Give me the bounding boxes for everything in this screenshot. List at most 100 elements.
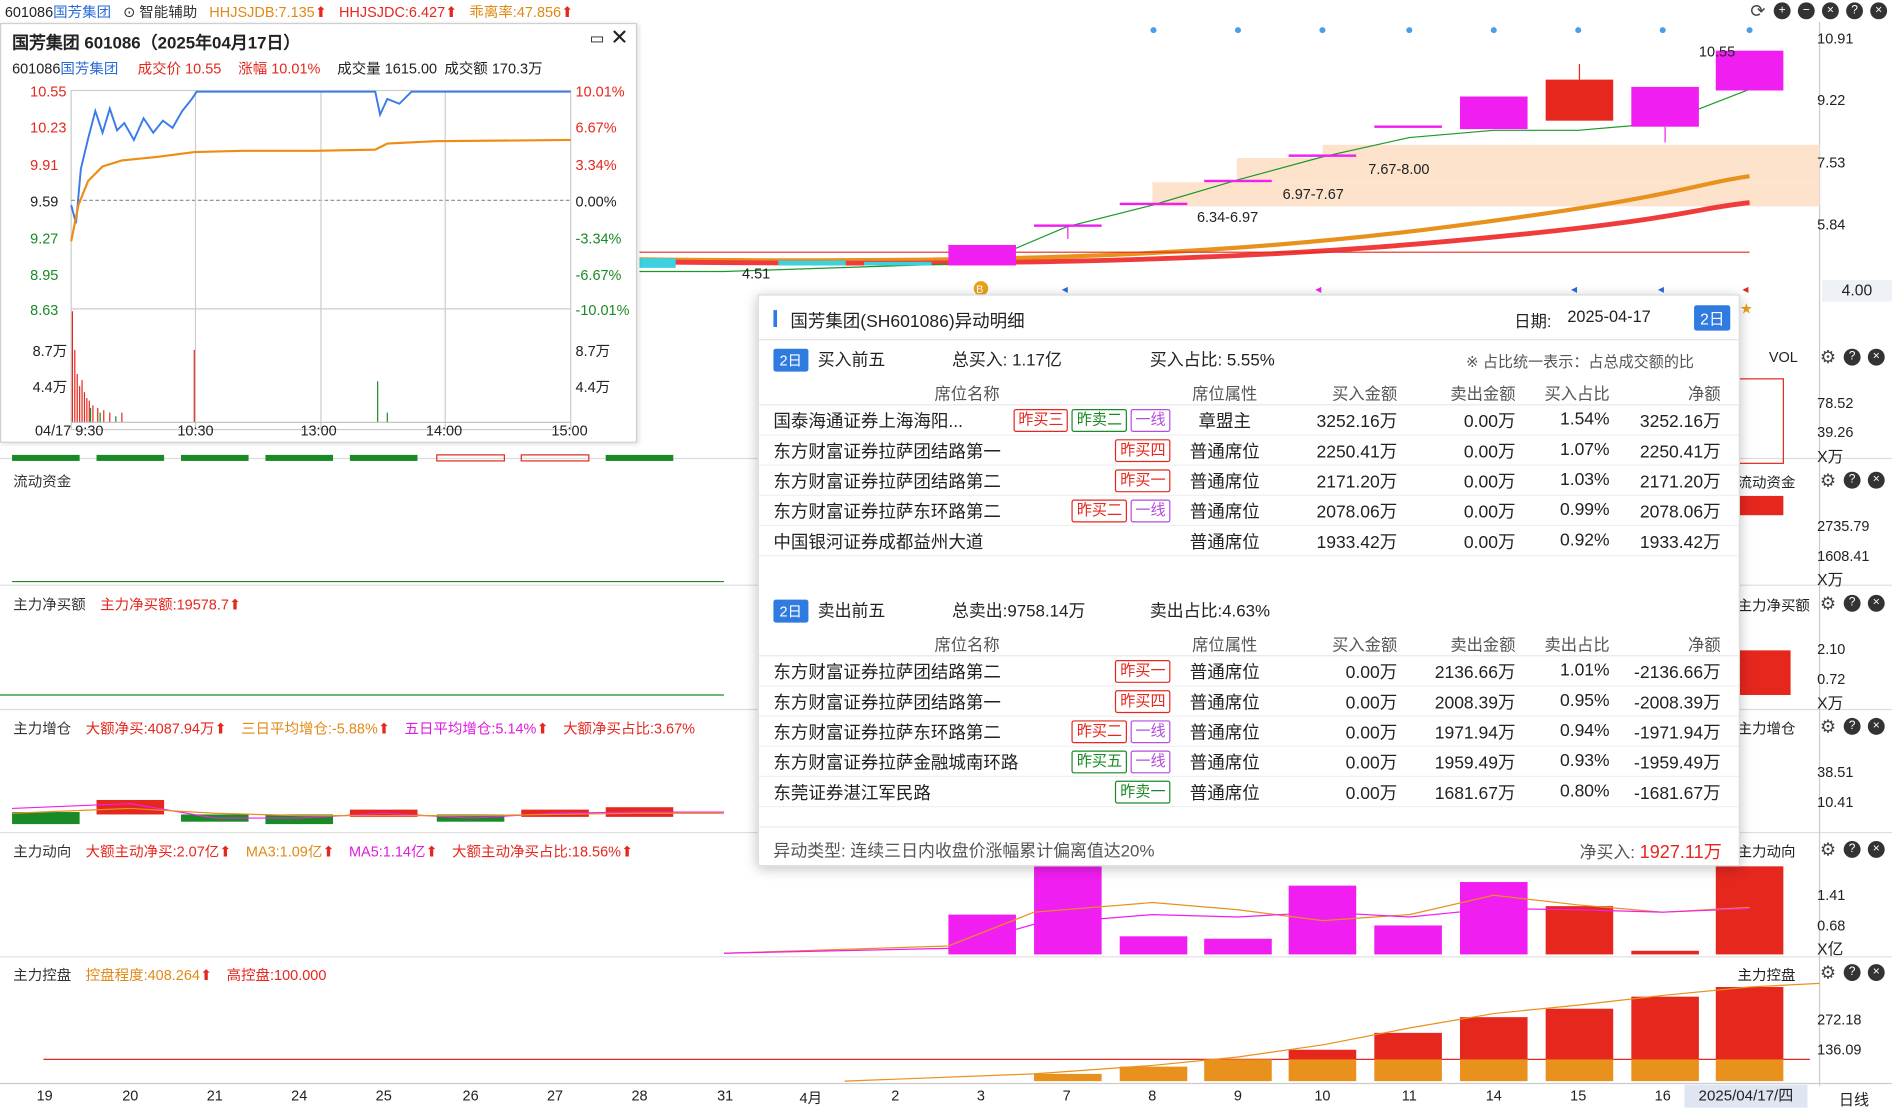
intraday-vol-tick: 8.7万 [32,342,68,360]
column-header[interactable]: 席位属性 [1175,630,1274,654]
seat-name[interactable]: 东方财富证券拉萨团结路第一 [773,437,1000,462]
intraday-time-tick: 15:00 [551,422,588,440]
increase-tick: 10.41 [1817,793,1854,811]
gear-icon[interactable]: ⚙ [1820,471,1837,489]
help-icon[interactable]: ? [1843,348,1861,366]
add-icon[interactable]: + [1773,2,1791,20]
column-header[interactable]: 买入金额 [1274,379,1397,403]
help-icon[interactable]: ? [1846,2,1863,20]
seat-name[interactable]: 东方财富证券拉萨东环路第二 [773,719,1000,744]
gear-icon[interactable]: ⚙ [1820,963,1837,981]
intraday-vol-tick-right: 8.7万 [575,342,611,360]
column-header[interactable]: 卖出占比 [1515,630,1609,654]
gear-icon[interactable]: ⚙ [1820,840,1837,858]
column-header[interactable]: 净额 [1610,379,1726,403]
date-tick: 26 [462,1087,479,1105]
column-header[interactable]: 卖出金额 [1397,379,1515,403]
close-icon[interactable]: × [1867,964,1885,981]
date-tick: 3 [976,1087,986,1105]
close-icon[interactable]: × [1867,471,1885,489]
gear-icon[interactable]: ⚙ [1820,348,1837,366]
refresh-icon[interactable]: ⟳ [1750,2,1767,20]
table-row[interactable]: 东莞证券湛江军民路 昨卖一 普通席位 0.00万 1681.67万 0.80% -1681.… [758,777,1739,808]
assist-dropdown[interactable]: ⊙ 智能辅助 [123,1,197,22]
cell-buy: 2250.41万 [1316,442,1398,462]
seat-name[interactable]: 国泰海通证券上海海阳... [773,407,963,432]
gear-icon[interactable]: ⚙ [1820,717,1837,735]
zone-label-2: 6.97-7.67 [1282,185,1344,203]
table-row[interactable]: 东方财富证券拉萨团结路第二 昨买一 普通席位 2171.20万 0.00万 1.03% 21… [758,466,1739,496]
control-bars [1034,986,1784,1082]
period-badge[interactable]: 2日 [1694,305,1731,331]
date-value[interactable]: 2025-04-17 [1567,308,1650,326]
cell-buy: 3252.16万 [1316,412,1398,432]
table-row[interactable]: 东方财富证券拉萨团结路第一 昨买四 普通席位 0.00万 2008.39万 0.95% -2… [758,687,1739,717]
date-tick: 8 [1148,1087,1157,1105]
seat-name[interactable]: 东莞证券湛江军民路 [773,779,930,804]
close-icon[interactable]: × [1867,594,1885,612]
intraday-pct-tick: 10.01% [575,83,625,101]
date-tick: 9 [1233,1087,1243,1105]
help-icon[interactable]: ? [1843,717,1861,735]
netbuy-title: 主力净买额 主力净买额:19578.7⬆ [13,596,242,613]
control-controls: ⚙? × [1820,963,1885,982]
cell-attr: 普通席位 [1189,663,1260,683]
table-row[interactable]: 东方财富证券拉萨团结路第二 昨买一 普通席位 0.00万 2136.66万 1.01% -2… [758,656,1739,687]
seat-name[interactable]: 东方财富证券拉萨团结路第二 [773,658,1000,683]
help-icon[interactable]: ? [1843,471,1861,489]
table-row[interactable]: 东方财富证券拉萨金融城南环路 昨买五 一线 普通席位 0.00万 1959.49万 0.93… [758,747,1739,778]
title-accent-bar [773,310,778,327]
seat-tag: 昨买一 [1115,468,1171,492]
intraday-time-tick: 04/17 9:30 [34,422,104,440]
table-row[interactable]: 中国银河证券成都益州大道 普通席位 1933.42万 0.00万 0.92% 1933.4… [758,526,1739,557]
table-header: 席位名称 席位属性 买入金额 卖出金额 卖出占比 净额 [758,629,1739,657]
column-header[interactable]: 买入占比 [1515,379,1609,403]
column-header[interactable]: 席位名称 [759,630,1175,654]
table-row[interactable]: 东方财富证券拉萨团结路第一 昨买四 普通席位 2250.41万 0.00万 1.07% 22… [758,436,1739,466]
date-tick: 20 [122,1087,139,1105]
trend-tick: 0.68 [1817,917,1846,934]
intraday-price-tick: 8.63 [30,301,59,319]
seat-tag: 一线 [1130,498,1171,522]
period-selector[interactable]: 日线 [1839,1087,1869,1110]
close-circle-icon[interactable]: × [1821,2,1839,20]
close-icon[interactable]: × [1870,2,1888,20]
gear-icon[interactable]: ⚙ [1820,594,1837,612]
seat-tag: 昨卖一 [1115,780,1171,803]
seat-name[interactable]: 东方财富证券拉萨团结路第二 [773,468,1000,493]
cell-sell: 0.00万 [1463,442,1516,462]
date-tick: 14 [1485,1087,1502,1105]
seat-name[interactable]: 东方财富证券拉萨东环路第二 [773,498,1000,523]
price-tick: 9.22 [1817,91,1846,109]
close-icon[interactable]: × [1867,717,1885,735]
help-icon[interactable]: ? [1843,841,1861,858]
cell-ratio: 1.03% [1559,470,1610,490]
intraday-pct-tick: -3.34% [575,230,622,248]
seat-tag: 昨买三 [1013,408,1069,432]
sell-label: 卖出前五 [817,600,886,621]
column-header[interactable]: 卖出金额 [1397,630,1515,654]
close-icon[interactable]: × [1867,841,1885,858]
netbuy-tick: 0.72 [1817,670,1846,688]
cell-attr: 普通席位 [1189,442,1260,462]
help-icon[interactable]: ? [1843,964,1861,981]
minus-icon[interactable]: − [1797,2,1815,20]
column-header[interactable]: 买入金额 [1274,630,1397,654]
cell-net: -1971.94万 [1634,723,1721,743]
table-row[interactable]: 国泰海通证券上海海阳... 昨买三 昨卖二 一线 章盟主 3252.16万 0.00万 1.5… [758,405,1739,436]
seat-name[interactable]: 东方财富证券拉萨团结路第一 [773,688,1000,713]
date-tick: 16 [1654,1087,1671,1105]
table-row[interactable]: 东方财富证券拉萨东环路第二 昨买二 一线 普通席位 0.00万 1971.94万 0.94%… [758,717,1739,747]
table-row[interactable]: 东方财富证券拉萨东环路第二 昨买二 一线 普通席位 2078.06万 0.00万 0.99%… [758,496,1739,527]
help-icon[interactable]: ? [1843,594,1861,612]
column-header[interactable]: 席位属性 [1175,379,1274,403]
seat-name[interactable]: 东方财富证券拉萨金融城南环路 [773,749,1018,774]
column-header[interactable]: 净额 [1610,630,1726,654]
seat-tag: 昨买五 [1072,749,1127,773]
intraday-vol-tick-right: 4.4万 [575,378,611,396]
control-title: 主力控盘 控盘程度:408.264⬆ 高控盘:100.000 [13,966,327,984]
date-tick: 10 [1314,1087,1331,1105]
column-header[interactable]: 席位名称 [759,379,1175,403]
seat-name[interactable]: 中国银河证券成都益州大道 [773,528,983,553]
close-icon[interactable]: × [1867,348,1885,366]
